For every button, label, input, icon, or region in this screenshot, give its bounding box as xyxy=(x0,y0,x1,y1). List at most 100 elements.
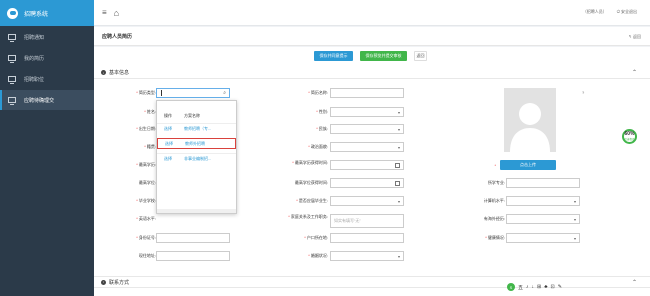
select-link[interactable]: 选择 xyxy=(157,156,179,162)
gender-label: * 性别: xyxy=(316,109,328,114)
scheme-name[interactable]: 教师外招聘 xyxy=(180,141,205,147)
popup-header: 操作 方案名称 xyxy=(157,111,236,121)
popup-row-highlighted[interactable]: 选择 教师外招聘 xyxy=(157,138,236,149)
hukou-input[interactable] xyxy=(330,233,404,243)
section-title: 基本信息 xyxy=(109,70,130,76)
col-name-header: 方案名称 xyxy=(184,113,200,118)
sidebar-item-pending[interactable]: 应聘待确理交 xyxy=(0,90,94,110)
info-icon: i xyxy=(101,279,106,285)
sidebar-item-label: 我的简历 xyxy=(24,55,45,62)
sidebar-item-notice[interactable]: 招聘通知 xyxy=(0,27,94,47)
horizontal-scrollbar[interactable] xyxy=(157,209,236,213)
nation-label: * 民族: xyxy=(316,126,328,131)
completion-caption: 完善程度 xyxy=(624,138,635,141)
person-silhouette-icon xyxy=(510,103,550,152)
user-name[interactable]: （招聘人员） xyxy=(583,9,607,15)
ime-punct-icon[interactable]: ♪ xyxy=(526,284,529,290)
save-button[interactable]: 保存并同意提示 xyxy=(314,51,353,61)
select-link[interactable]: 选择 xyxy=(158,141,180,147)
family-work-input[interactable]: 如实有填写“无” xyxy=(330,214,404,228)
marital-select[interactable]: ▾ xyxy=(330,251,404,261)
app-logo: 招聘系统 xyxy=(0,0,94,26)
menu-toggle-icon[interactable]: ≡ xyxy=(102,8,107,17)
resume-type-popup: 操作 方案名称 选择 教师招聘（专... 选择 教师外招聘 选择 非事业编制招.… xyxy=(156,100,237,214)
id-number-input[interactable] xyxy=(156,233,230,243)
degree-time-input[interactable] xyxy=(330,178,404,188)
resume-type-input[interactable]: ⌕ xyxy=(156,88,230,98)
ime-skin-icon[interactable]: ♣ xyxy=(544,284,547,290)
return-button[interactable]: 返回 xyxy=(414,51,427,61)
scheme-name[interactable]: 教师招聘（专... xyxy=(179,126,211,132)
popup-row[interactable]: 选择 教师招聘（专... xyxy=(157,123,236,134)
computer-select[interactable]: ▾ xyxy=(506,196,580,206)
hukou-label: * 户口所在地: xyxy=(304,235,328,240)
sidebar-item-label: 招聘通知 xyxy=(24,34,45,41)
home-icon[interactable]: ⌂ xyxy=(114,8,119,18)
gender-select[interactable]: ▾ xyxy=(330,107,404,117)
action-bar: 保存并同意提示 保存预览并提交审核 返回 xyxy=(94,47,650,67)
nation-select[interactable]: ▾ xyxy=(330,124,404,134)
photo-label: * xyxy=(494,163,496,168)
ime-tools-icon[interactable]: ⊡ xyxy=(551,284,555,290)
monitor-icon xyxy=(8,76,16,84)
computer-label: 计算机水平: xyxy=(483,198,505,203)
politics-select[interactable]: ▾ xyxy=(330,142,404,152)
section-basic-header[interactable]: i 基本信息 ⌃ xyxy=(94,67,650,79)
fresh-graduate-select[interactable]: ▾ xyxy=(330,196,404,206)
completion-badge: 60% 完善程度 xyxy=(622,129,637,144)
degree-time-label: 最高学位获得时间: xyxy=(294,180,328,185)
search-icon[interactable]: ⌕ xyxy=(223,90,226,96)
overseas-label: 有海外经历: xyxy=(483,216,505,221)
logo-icon xyxy=(7,7,18,19)
logout-link[interactable]: ⏻ 安全退出 xyxy=(617,9,637,15)
english-label: * 英语水平: xyxy=(136,216,156,221)
app-title: 招聘系统 xyxy=(24,11,49,18)
overseas-select[interactable]: ▾ xyxy=(506,214,580,224)
ime-keyboard-icon[interactable]: ⊞ xyxy=(537,284,541,290)
sidebar-item-label: 招聘职位 xyxy=(24,76,45,83)
resume-type-label: * 简历类型: xyxy=(136,90,156,95)
health-select[interactable]: ▾ xyxy=(506,233,580,243)
popup-row[interactable]: 选择 非事业编制招... xyxy=(157,153,236,164)
fresh-graduate-label: * 是否应届毕业生: xyxy=(296,198,328,203)
major-input[interactable] xyxy=(506,178,580,188)
sidebar-item-jobs[interactable]: 招聘职位 xyxy=(0,69,94,89)
grad-time-input[interactable] xyxy=(330,160,404,170)
id-number-label: * 身份证号: xyxy=(136,235,156,240)
select-link[interactable]: 选择 xyxy=(157,126,179,132)
calendar-icon[interactable] xyxy=(395,163,400,168)
submit-button[interactable]: 保存预览并提交审核 xyxy=(360,51,407,61)
health-label: * 健康情况: xyxy=(485,235,505,240)
collapse-icon[interactable]: ⌃ xyxy=(632,69,637,76)
section-contact-header[interactable]: i 联系方式 ⌃ xyxy=(94,276,650,288)
upload-button[interactable]: 点击上传 xyxy=(500,160,556,170)
family-work-placeholder: 如实有填写“无” xyxy=(334,218,361,223)
monitor-icon xyxy=(8,97,16,105)
scheme-name[interactable]: 非事业编制招... xyxy=(179,156,211,162)
back-link[interactable]: ↰ 返回 xyxy=(629,34,641,40)
ime-settings-icon[interactable]: ✎ xyxy=(558,284,562,290)
resume-name-input[interactable] xyxy=(330,88,404,98)
ime-logo-icon[interactable]: S xyxy=(507,283,515,291)
native-label: * 籍贯: xyxy=(144,144,156,149)
logout-label: 安全退出 xyxy=(621,9,637,14)
page-title: 应聘人员简历 xyxy=(102,34,133,40)
degree-label: 最高学位: xyxy=(138,180,156,185)
ime-toolbar: S 五 ♪ ↓ ⊞ ♣ ⊡ ✎ xyxy=(507,283,562,291)
edu-label: * 最高学历: xyxy=(136,162,156,167)
politics-label: * 政治面貌: xyxy=(308,144,328,149)
photo-placeholder xyxy=(504,88,556,152)
calendar-icon[interactable] xyxy=(395,181,400,186)
address-input[interactable] xyxy=(156,251,230,261)
sidebar-item-resume[interactable]: 我的简历 xyxy=(0,48,94,68)
section-title: 联系方式 xyxy=(109,279,130,286)
ime-mode-icon[interactable]: 五 xyxy=(518,284,523,291)
family-work-label: * 家庭关系及工作职务: xyxy=(288,214,328,219)
major-label: 所学专业: xyxy=(487,180,505,185)
title-bar: 应聘人员简历 ↰ 返回 xyxy=(94,27,650,46)
marital-label: * 婚姻状况: xyxy=(308,253,328,258)
help-icon[interactable]: ? xyxy=(582,90,584,95)
collapse-icon[interactable]: ⌃ xyxy=(632,279,637,286)
ime-voice-icon[interactable]: ↓ xyxy=(532,284,535,290)
school-label: * 毕业学校: xyxy=(136,198,156,203)
